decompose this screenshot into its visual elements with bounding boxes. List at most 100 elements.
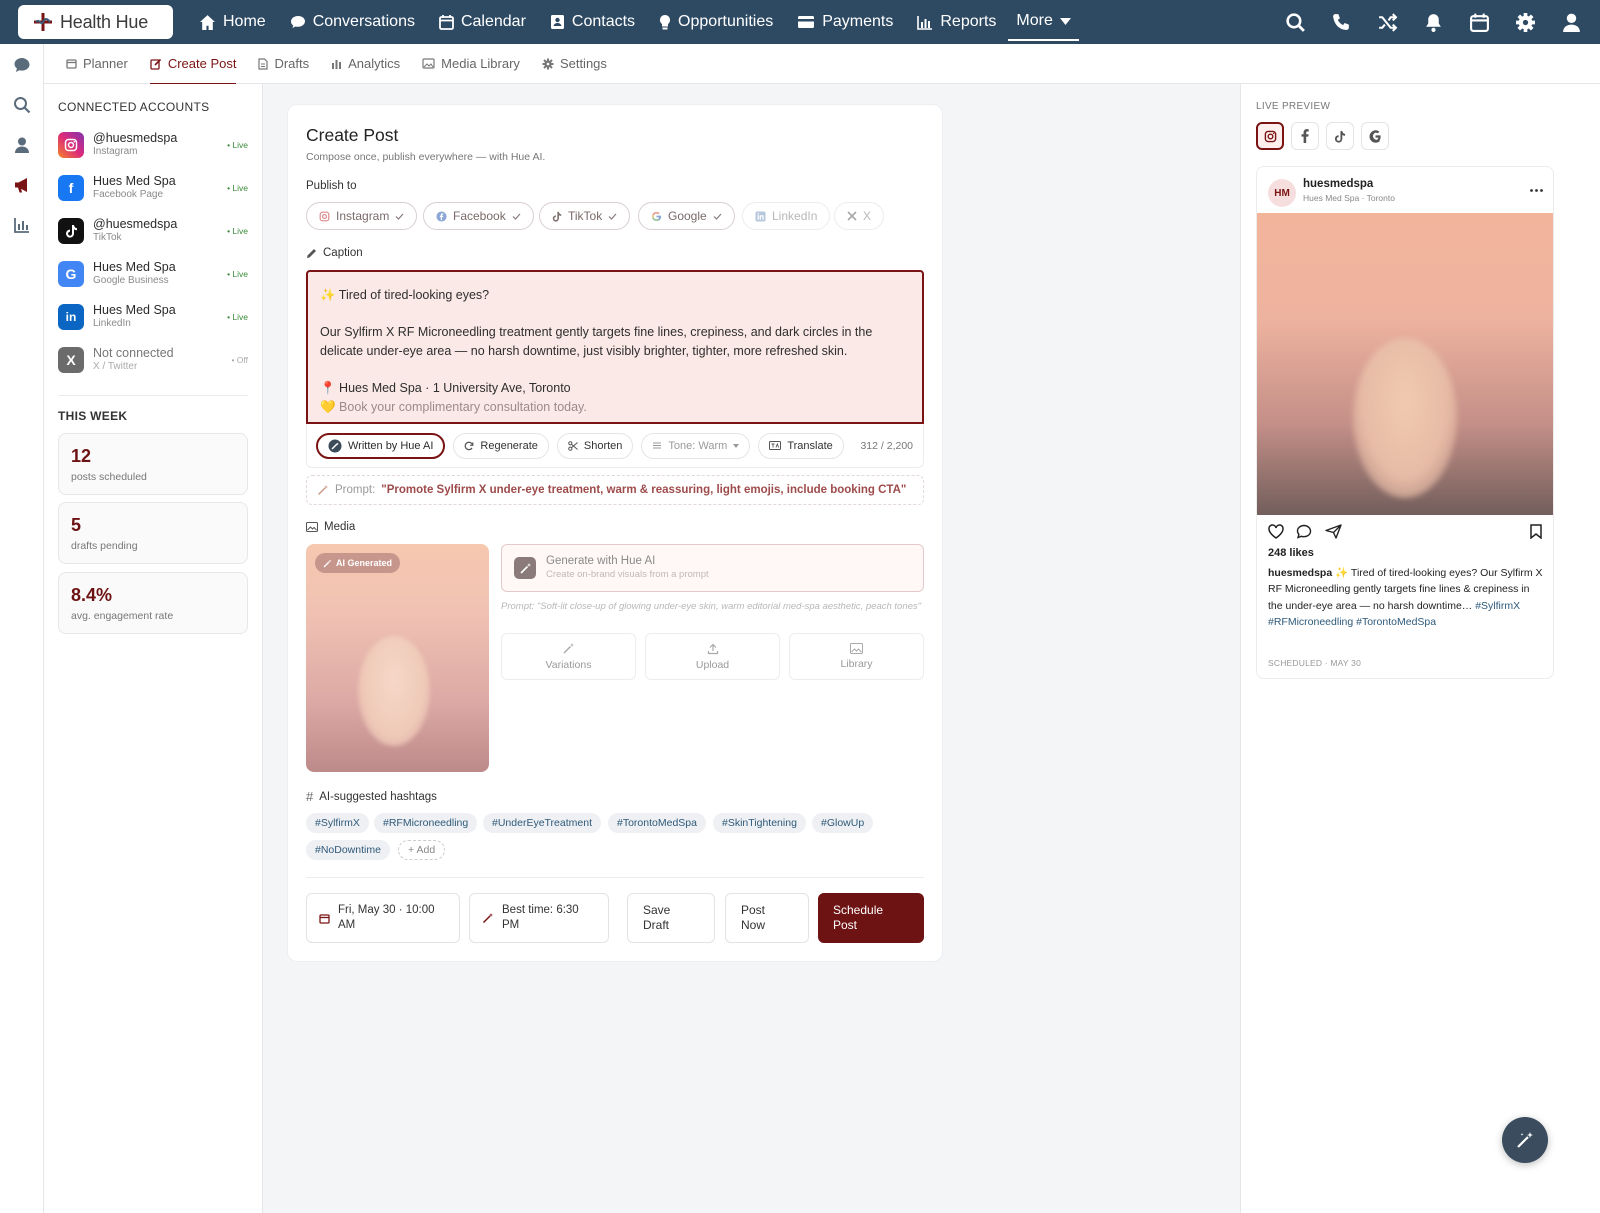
hashtag-chip[interactable]: #RFMicroneedling: [374, 813, 478, 833]
nav-calendar[interactable]: Calendar: [427, 0, 538, 44]
search-icon[interactable]: [1285, 12, 1306, 33]
nav-contacts[interactable]: Contacts: [538, 0, 647, 44]
caption-textarea[interactable]: ✨ Tired of tired-looking eyes? Our Sylfi…: [306, 270, 924, 424]
written-by-hue-ai-button[interactable]: Written by Hue AI: [316, 432, 446, 459]
account-instagram[interactable]: @huesmedspa Instagram • Live: [58, 128, 248, 162]
tab-planner[interactable]: Planner: [66, 44, 128, 84]
chat-icon[interactable]: [13, 56, 31, 74]
add-hashtag-button[interactable]: + Add: [398, 840, 446, 860]
account-type: Facebook Page: [93, 189, 164, 200]
gear-icon[interactable]: [1515, 12, 1536, 33]
generate-subtitle: Create on-brand visuals from a prompt: [546, 569, 709, 580]
hue-ai-fab[interactable]: [1502, 1117, 1548, 1163]
account-google[interactable]: G Hues Med Spa Google Business • Live: [58, 257, 248, 291]
nav-payments-label: Payments: [822, 13, 894, 30]
search-icon[interactable]: [13, 96, 31, 114]
nav-conversations[interactable]: Conversations: [278, 0, 427, 44]
facebook-icon: [436, 210, 447, 222]
left-rail: [0, 44, 44, 1213]
hashtag-chip[interactable]: #NoDowntime: [306, 840, 390, 860]
schedule-date-picker[interactable]: Fri, May 30 · 10:00 AM: [306, 893, 460, 943]
schedule-post-button[interactable]: Schedule Post: [818, 893, 924, 943]
platform-label: X: [863, 209, 872, 223]
bar-chart-icon[interactable]: [13, 216, 31, 234]
post-now-button[interactable]: Post Now: [725, 893, 809, 943]
preview-tab-tiktok[interactable]: [1326, 122, 1354, 150]
hashtag-chip[interactable]: #UnderEyeTreatment: [483, 813, 601, 833]
ai-generated-image[interactable]: AI Generated: [306, 544, 489, 772]
user-icon[interactable]: [13, 136, 31, 154]
share-icon[interactable]: [1325, 524, 1342, 539]
tab-settings[interactable]: Settings: [542, 44, 607, 84]
nav-reports[interactable]: Reports: [905, 0, 1008, 44]
account-x[interactable]: X Not connected X / Twitter • Off: [58, 343, 248, 377]
library-button[interactable]: Library: [789, 633, 924, 680]
sliders-icon: [653, 442, 662, 449]
hashtag-chip[interactable]: #GlowUp: [812, 813, 874, 833]
platform-tiktok[interactable]: TikTok: [539, 202, 631, 230]
platform-google[interactable]: Google: [638, 202, 735, 230]
tab-media-library[interactable]: Media Library: [422, 44, 520, 84]
platform-facebook[interactable]: Facebook: [423, 202, 534, 230]
tab-drafts[interactable]: Drafts: [258, 44, 309, 84]
variations-button[interactable]: Variations: [501, 633, 636, 680]
hashtag-chip[interactable]: #TorontoMedSpa: [608, 813, 706, 833]
shorten-button[interactable]: Shorten: [556, 432, 634, 459]
caption-line: delicate under-eye area — no harsh downt…: [320, 344, 848, 358]
this-week-title: This Week: [58, 409, 128, 423]
generate-with-hue-ai-button[interactable]: Generate with Hue AI Create on-brand vis…: [501, 544, 924, 592]
media-label-text: Media: [324, 521, 356, 533]
account-linkedin[interactable]: in Hues Med Spa LinkedIn • Live: [58, 300, 248, 334]
preview-tab-facebook[interactable]: [1291, 122, 1319, 150]
shuffle-icon[interactable]: [1377, 12, 1398, 33]
account-status: • Off: [231, 355, 248, 365]
megaphone-icon[interactable]: [13, 176, 31, 194]
nav-home[interactable]: Home: [187, 0, 278, 44]
platform-instagram[interactable]: Instagram: [306, 202, 418, 230]
platform-linkedin[interactable]: LinkedIn: [742, 202, 831, 230]
hashtag-chip[interactable]: #SkinTightening: [713, 813, 806, 833]
more-options-icon[interactable]: [1530, 189, 1543, 192]
phone-icon[interactable]: [1331, 12, 1352, 33]
tone-dropdown[interactable]: Tone: Warm: [641, 432, 751, 459]
nav-opportunities[interactable]: Opportunities: [647, 0, 785, 44]
brand-logo[interactable]: Health Hue: [18, 5, 173, 39]
caption-toolbar: Written by Hue AI Regenerate Shorten Ton…: [306, 424, 924, 468]
refresh-icon: [465, 441, 474, 450]
comment-icon[interactable]: [1296, 524, 1312, 539]
calendar-icon[interactable]: [1469, 12, 1490, 33]
magic-wand-icon: [323, 559, 332, 567]
account-status: • Live: [227, 226, 248, 236]
translate-icon: [769, 441, 782, 450]
user-icon[interactable]: [1561, 12, 1582, 33]
account-tiktok[interactable]: @huesmedspa TikTok • Live: [58, 214, 248, 248]
heart-icon[interactable]: [1268, 524, 1284, 539]
preview-tab-google[interactable]: [1361, 122, 1389, 150]
calendar-icon: [439, 15, 454, 30]
account-facebook[interactable]: f Hues Med Spa Facebook Page • Live: [58, 171, 248, 205]
save-draft-button[interactable]: Save Draft: [627, 893, 715, 943]
image-prompt: Prompt: "Soft-lit close-up of glowing un…: [501, 601, 922, 612]
google-icon: [1369, 129, 1381, 143]
page-subtitle: Compose once, publish everywhere — with …: [306, 151, 546, 163]
platform-x[interactable]: X: [834, 202, 885, 230]
translate-button[interactable]: Translate: [758, 432, 844, 459]
image-subject: [358, 636, 430, 746]
date-line: Fri, May 30 · 10:00: [338, 904, 435, 916]
caption-line: 💛 Book your complimentary consultation t…: [320, 400, 587, 414]
tab-create-post[interactable]: Create Post: [149, 44, 236, 85]
prompt-text: "Promote Sylfirm X under-eye treatment, …: [381, 484, 907, 496]
caption-prompt[interactable]: Prompt: "Promote Sylfirm X under-eye tre…: [306, 475, 924, 505]
best-time-button[interactable]: Best time: 6:30 PM: [469, 893, 609, 943]
hashtag-chip[interactable]: #SylfirmX: [306, 813, 369, 833]
tab-analytics[interactable]: Analytics: [331, 44, 400, 84]
bookmark-icon[interactable]: [1530, 524, 1542, 539]
regenerate-button[interactable]: Regenerate: [453, 432, 549, 459]
nav-payments[interactable]: Payments: [785, 0, 905, 44]
nav-more[interactable]: More: [1008, 3, 1079, 41]
upload-button[interactable]: Upload: [645, 633, 780, 680]
stat-value: 8.4%: [71, 585, 113, 605]
account-type: Instagram: [93, 146, 138, 157]
bell-icon[interactable]: [1423, 12, 1444, 33]
preview-tab-instagram[interactable]: [1256, 122, 1284, 150]
